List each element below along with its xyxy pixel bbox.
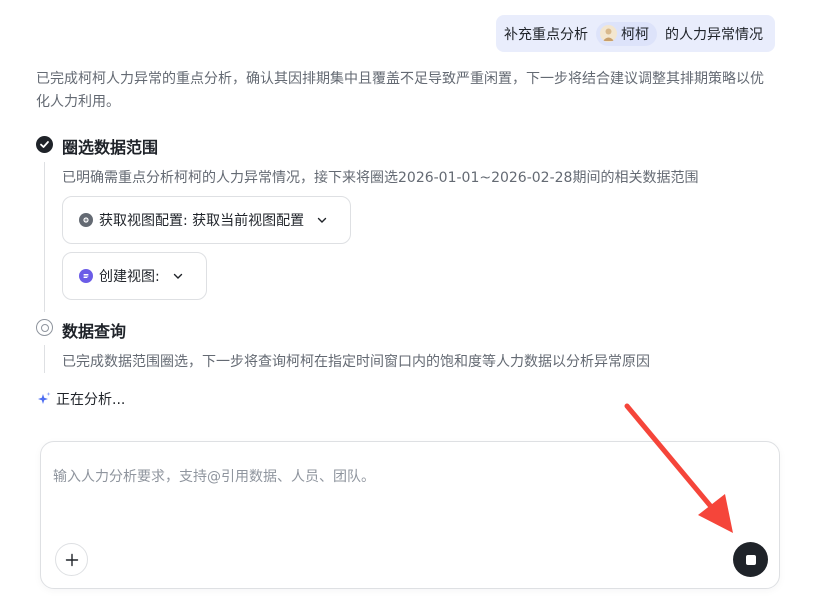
add-attachment-button[interactable] (55, 543, 88, 576)
step-description: 已完成数据范围圈选，下一步将查询柯柯在指定时间窗口内的饱和度等人力数据以分析异常… (62, 354, 650, 370)
sparkle-icon (38, 392, 51, 404)
analyzing-text: 正在分析... (56, 392, 126, 408)
chevron-down-icon (316, 214, 328, 226)
tool-call-label: 创建视图: (99, 269, 160, 285)
check-circle-icon (36, 136, 53, 153)
stop-generation-button[interactable] (733, 542, 768, 577)
view-config-icon (79, 213, 93, 227)
avatar (600, 25, 617, 42)
mention-name: 柯柯 (621, 26, 649, 43)
chevron-down-icon (172, 270, 184, 282)
user-message-suffix: 的人力异常情况 (665, 26, 763, 43)
timeline-connector (44, 345, 45, 373)
mention-chip[interactable]: 柯柯 (596, 21, 657, 46)
analyzing-indicator: 正在分析... (36, 389, 125, 409)
stop-icon (745, 554, 756, 565)
prompt-input[interactable] (53, 466, 763, 526)
create-view-icon (79, 269, 93, 283)
step-title: 数据查询 (62, 322, 127, 341)
tool-call-create-view[interactable]: 创建视图: (62, 252, 207, 300)
step-description: 已明确需重点分析柯柯的人力异常情况，接下来将圈选2026-01-01~2026-… (62, 170, 699, 186)
user-message-prefix: 补充重点分析 (504, 26, 588, 43)
tool-call-label: 获取视图配置: 获取当前视图配置 (99, 213, 305, 229)
user-message-bubble: 补充重点分析 柯柯 的人力异常情况 (496, 15, 775, 52)
tool-call-view-config[interactable]: 获取视图配置: 获取当前视图配置 (62, 196, 351, 244)
timeline-connector (44, 162, 45, 312)
plus-icon (65, 553, 78, 566)
assistant-summary: 已完成柯柯人力异常的重点分析，确认其因排期集中且覆盖不足导致严重闲置，下一步将结… (36, 71, 764, 110)
pending-circle-icon (36, 319, 53, 336)
composer (40, 441, 780, 589)
step-title: 圈选数据范围 (62, 138, 159, 157)
